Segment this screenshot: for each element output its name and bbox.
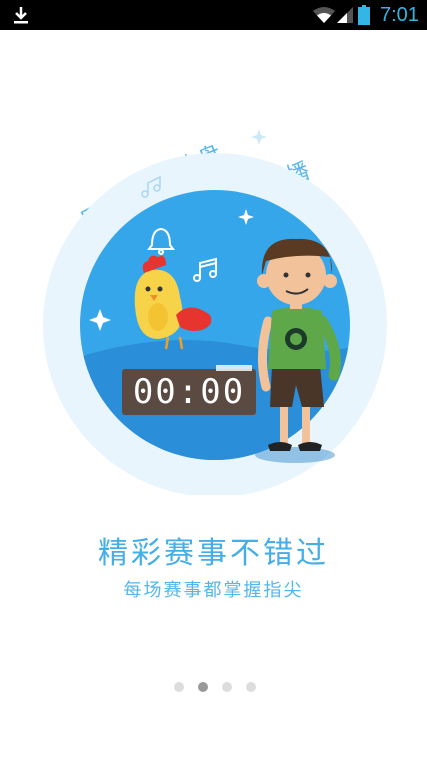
page-dot-1[interactable]: [174, 682, 184, 692]
onboarding-title: 精彩赛事不错过: [98, 536, 329, 571]
clock-display: 00:00: [133, 372, 245, 412]
page-indicator: [170, 682, 260, 694]
page-dot-3[interactable]: [222, 682, 232, 692]
status-time: 7:01: [380, 4, 419, 26]
scoreboard-clock: 00:00: [122, 365, 256, 415]
page-dot-2[interactable]: [198, 682, 208, 692]
download-icon: [14, 7, 28, 24]
wifi-icon: [313, 7, 335, 23]
cell-signal-icon: [337, 7, 353, 23]
status-bar: 7:01: [0, 0, 427, 30]
page-dot-4[interactable]: [246, 682, 256, 692]
hero-illustration: 00:00: [43, 129, 387, 495]
sparkle-small-icon: [251, 129, 267, 145]
onboarding-subtitle: 每场赛事都掌握指尖: [123, 580, 304, 601]
battery-icon: [358, 5, 370, 25]
